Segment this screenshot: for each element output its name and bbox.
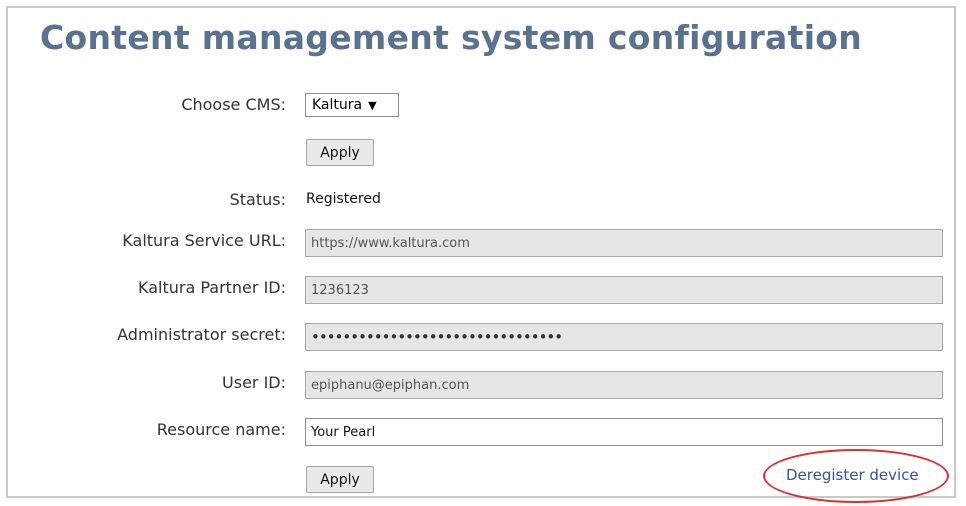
admin-secret-value: •••••••••••••••••••••••••••••••• [311,328,563,346]
page-title: Content management system configuration [40,18,863,57]
user-id-field[interactable] [305,371,943,399]
status-label: Status: [229,190,286,209]
status-value: Registered [306,191,381,207]
service-url-label: Kaltura Service URL: [122,231,286,250]
partner-id-field[interactable] [305,276,943,304]
admin-secret-field[interactable]: •••••••••••••••••••••••••••••••• [305,323,943,351]
dropdown-arrow-icon: ▼ [368,98,377,112]
annotation-circle [763,449,949,503]
cms-select-value: Kaltura [312,97,363,113]
cms-select[interactable]: Kaltura ▼ [305,93,399,117]
user-id-label: User ID: [222,373,286,392]
apply-settings-button[interactable]: Apply [306,466,374,493]
apply-cms-button[interactable]: Apply [306,139,374,166]
resource-name-label: Resource name: [156,420,286,439]
partner-id-label: Kaltura Partner ID: [137,278,286,297]
resource-name-field[interactable] [305,418,943,446]
admin-secret-label: Administrator secret: [117,325,286,344]
choose-cms-label: Choose CMS: [181,95,286,114]
service-url-field[interactable] [305,229,943,257]
